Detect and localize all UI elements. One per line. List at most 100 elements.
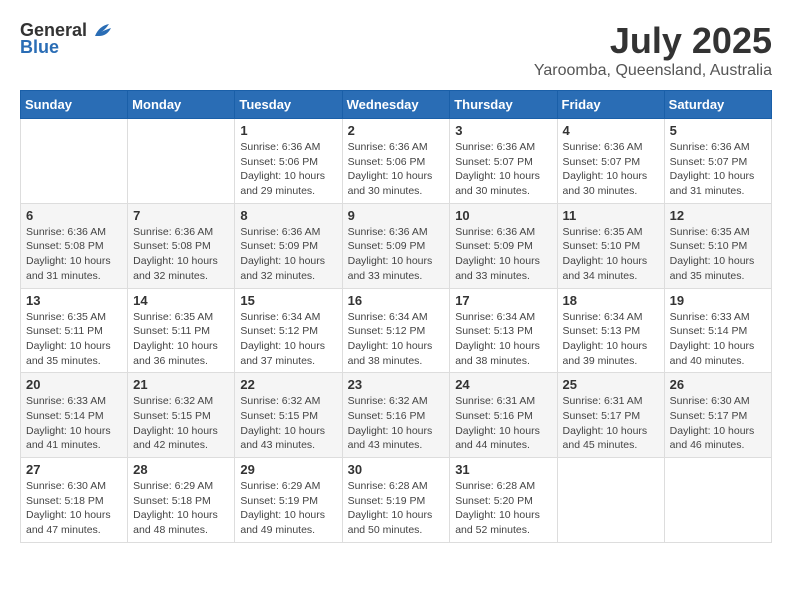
day-info: Sunrise: 6:30 AM Sunset: 5:17 PM Dayligh… xyxy=(670,394,766,453)
day-info: Sunrise: 6:36 AM Sunset: 5:07 PM Dayligh… xyxy=(455,140,551,199)
logo-bird-icon xyxy=(91,22,113,40)
day-info: Sunrise: 6:28 AM Sunset: 5:20 PM Dayligh… xyxy=(455,479,551,538)
day-info: Sunrise: 6:34 AM Sunset: 5:13 PM Dayligh… xyxy=(563,310,659,369)
day-number: 22 xyxy=(240,377,336,392)
day-number: 10 xyxy=(455,208,551,223)
calendar-cell: 22Sunrise: 6:32 AM Sunset: 5:15 PM Dayli… xyxy=(235,373,342,458)
calendar-cell xyxy=(664,458,771,543)
calendar-cell: 4 Sunrise: 6:36 AM Sunset: 5:07 PM Daylig… xyxy=(557,119,664,204)
day-info: Sunrise: 6:36 AM Sunset: 5:06 PM Dayligh… xyxy=(348,140,445,199)
day-number: 13 xyxy=(26,293,122,308)
day-info: Sunrise: 6:36 AM Sunset: 5:08 PM Dayligh… xyxy=(133,225,229,284)
day-number: 23 xyxy=(348,377,445,392)
calendar-cell: 24 Sunrise: 6:31 AM Sunset: 5:16 PM Dayli… xyxy=(450,373,557,458)
calendar-cell: 12Sunrise: 6:35 AM Sunset: 5:10 PM Dayli… xyxy=(664,203,771,288)
calendar-cell: 5 Sunrise: 6:36 AM Sunset: 5:07 PM Daylig… xyxy=(664,119,771,204)
calendar-cell: 1 Sunrise: 6:36 AM Sunset: 5:06 PM Daylig… xyxy=(235,119,342,204)
calendar-cell: 26Sunrise: 6:30 AM Sunset: 5:17 PM Dayli… xyxy=(664,373,771,458)
day-info: Sunrise: 6:32 AM Sunset: 5:15 PM Dayligh… xyxy=(133,394,229,453)
calendar-cell: 27 Sunrise: 6:30 AM Sunset: 5:18 PM Dayli… xyxy=(21,458,128,543)
logo-blue-text: Blue xyxy=(20,37,59,58)
day-number: 11 xyxy=(563,208,659,223)
day-number: 29 xyxy=(240,462,336,477)
calendar-cell: 8Sunrise: 6:36 AM Sunset: 5:09 PM Daylig… xyxy=(235,203,342,288)
calendar-cell: 31Sunrise: 6:28 AM Sunset: 5:20 PM Dayli… xyxy=(450,458,557,543)
calendar-cell: 19Sunrise: 6:33 AM Sunset: 5:14 PM Dayli… xyxy=(664,288,771,373)
calendar-week-1: 1 Sunrise: 6:36 AM Sunset: 5:06 PM Daylig… xyxy=(21,119,772,204)
day-number: 5 xyxy=(670,123,766,138)
day-number: 2 xyxy=(348,123,445,138)
calendar-cell: 23 Sunrise: 6:32 AM Sunset: 5:16 PM Dayli… xyxy=(342,373,450,458)
calendar-header-friday: Friday xyxy=(557,91,664,119)
calendar-cell: 7 Sunrise: 6:36 AM Sunset: 5:08 PM Daylig… xyxy=(128,203,235,288)
day-info: Sunrise: 6:36 AM Sunset: 5:06 PM Dayligh… xyxy=(240,140,336,199)
header: General Blue July 2025 Yaroomba, Queensl… xyxy=(20,20,772,80)
day-info: Sunrise: 6:34 AM Sunset: 5:13 PM Dayligh… xyxy=(455,310,551,369)
day-number: 1 xyxy=(240,123,336,138)
calendar-cell: 2 Sunrise: 6:36 AM Sunset: 5:06 PM Daylig… xyxy=(342,119,450,204)
day-number: 8 xyxy=(240,208,336,223)
calendar-cell: 18Sunrise: 6:34 AM Sunset: 5:13 PM Dayli… xyxy=(557,288,664,373)
day-info: Sunrise: 6:29 AM Sunset: 5:18 PM Dayligh… xyxy=(133,479,229,538)
day-info: Sunrise: 6:36 AM Sunset: 5:08 PM Dayligh… xyxy=(26,225,122,284)
calendar-cell: 9Sunrise: 6:36 AM Sunset: 5:09 PM Daylig… xyxy=(342,203,450,288)
calendar-cell: 29 Sunrise: 6:29 AM Sunset: 5:19 PM Dayli… xyxy=(235,458,342,543)
day-info: Sunrise: 6:31 AM Sunset: 5:17 PM Dayligh… xyxy=(563,394,659,453)
day-info: Sunrise: 6:35 AM Sunset: 5:11 PM Dayligh… xyxy=(26,310,122,369)
day-number: 7 xyxy=(133,208,229,223)
day-number: 17 xyxy=(455,293,551,308)
day-number: 15 xyxy=(240,293,336,308)
calendar-cell: 21 Sunrise: 6:32 AM Sunset: 5:15 PM Dayli… xyxy=(128,373,235,458)
title-area: July 2025 Yaroomba, Queensland, Australi… xyxy=(534,20,772,80)
day-info: Sunrise: 6:36 AM Sunset: 5:07 PM Dayligh… xyxy=(670,140,766,199)
logo: General Blue xyxy=(20,20,113,58)
day-info: Sunrise: 6:35 AM Sunset: 5:10 PM Dayligh… xyxy=(670,225,766,284)
calendar-cell: 10 Sunrise: 6:36 AM Sunset: 5:09 PM Dayli… xyxy=(450,203,557,288)
day-number: 24 xyxy=(455,377,551,392)
calendar-week-2: 6Sunrise: 6:36 AM Sunset: 5:08 PM Daylig… xyxy=(21,203,772,288)
calendar-cell: 14 Sunrise: 6:35 AM Sunset: 5:11 PM Dayli… xyxy=(128,288,235,373)
calendar-cell: 6Sunrise: 6:36 AM Sunset: 5:08 PM Daylig… xyxy=(21,203,128,288)
day-number: 21 xyxy=(133,377,229,392)
calendar-header-wednesday: Wednesday xyxy=(342,91,450,119)
month-title: July 2025 xyxy=(534,20,772,62)
calendar-header-sunday: Sunday xyxy=(21,91,128,119)
calendar-cell: 15Sunrise: 6:34 AM Sunset: 5:12 PM Dayli… xyxy=(235,288,342,373)
calendar-cell: 28Sunrise: 6:29 AM Sunset: 5:18 PM Dayli… xyxy=(128,458,235,543)
calendar-header-thursday: Thursday xyxy=(450,91,557,119)
calendar-cell: 30Sunrise: 6:28 AM Sunset: 5:19 PM Dayli… xyxy=(342,458,450,543)
calendar-cell xyxy=(21,119,128,204)
day-number: 14 xyxy=(133,293,229,308)
calendar-cell: 25 Sunrise: 6:31 AM Sunset: 5:17 PM Dayli… xyxy=(557,373,664,458)
day-info: Sunrise: 6:36 AM Sunset: 5:09 PM Dayligh… xyxy=(455,225,551,284)
day-number: 3 xyxy=(455,123,551,138)
day-number: 16 xyxy=(348,293,445,308)
calendar-cell: 11 Sunrise: 6:35 AM Sunset: 5:10 PM Dayli… xyxy=(557,203,664,288)
calendar-week-4: 20 Sunrise: 6:33 AM Sunset: 5:14 PM Dayli… xyxy=(21,373,772,458)
day-info: Sunrise: 6:31 AM Sunset: 5:16 PM Dayligh… xyxy=(455,394,551,453)
calendar-header-saturday: Saturday xyxy=(664,91,771,119)
location-title: Yaroomba, Queensland, Australia xyxy=(534,62,772,80)
day-info: Sunrise: 6:28 AM Sunset: 5:19 PM Dayligh… xyxy=(348,479,445,538)
day-number: 19 xyxy=(670,293,766,308)
day-info: Sunrise: 6:35 AM Sunset: 5:11 PM Dayligh… xyxy=(133,310,229,369)
calendar-week-5: 27 Sunrise: 6:30 AM Sunset: 5:18 PM Dayli… xyxy=(21,458,772,543)
day-info: Sunrise: 6:32 AM Sunset: 5:16 PM Dayligh… xyxy=(348,394,445,453)
day-info: Sunrise: 6:35 AM Sunset: 5:10 PM Dayligh… xyxy=(563,225,659,284)
calendar-cell xyxy=(557,458,664,543)
calendar-cell: 17 Sunrise: 6:34 AM Sunset: 5:13 PM Dayli… xyxy=(450,288,557,373)
day-info: Sunrise: 6:36 AM Sunset: 5:09 PM Dayligh… xyxy=(348,225,445,284)
calendar-cell xyxy=(128,119,235,204)
day-info: Sunrise: 6:29 AM Sunset: 5:19 PM Dayligh… xyxy=(240,479,336,538)
calendar-cell: 20 Sunrise: 6:33 AM Sunset: 5:14 PM Dayli… xyxy=(21,373,128,458)
calendar-cell: 3 Sunrise: 6:36 AM Sunset: 5:07 PM Daylig… xyxy=(450,119,557,204)
calendar-table: SundayMondayTuesdayWednesdayThursdayFrid… xyxy=(20,90,772,543)
day-info: Sunrise: 6:36 AM Sunset: 5:07 PM Dayligh… xyxy=(563,140,659,199)
day-number: 4 xyxy=(563,123,659,138)
day-number: 20 xyxy=(26,377,122,392)
day-info: Sunrise: 6:30 AM Sunset: 5:18 PM Dayligh… xyxy=(26,479,122,538)
calendar-header-tuesday: Tuesday xyxy=(235,91,342,119)
day-info: Sunrise: 6:33 AM Sunset: 5:14 PM Dayligh… xyxy=(26,394,122,453)
day-number: 25 xyxy=(563,377,659,392)
day-number: 27 xyxy=(26,462,122,477)
